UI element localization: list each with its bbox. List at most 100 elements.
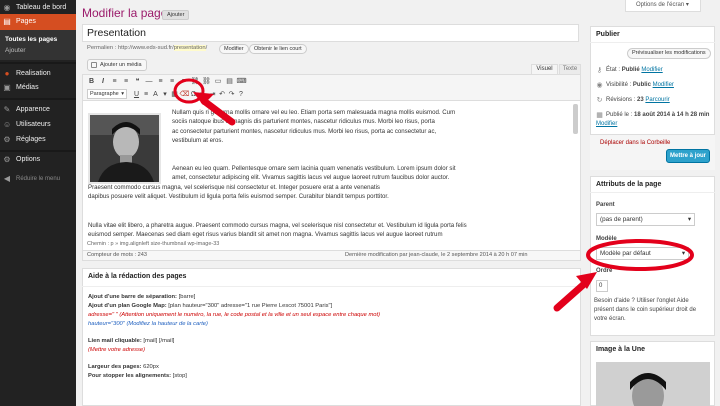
permalink-slug[interactable]: presentation [173, 45, 206, 51]
collapse-icon: ◀ [3, 174, 11, 183]
toolbar-button-9[interactable]: ⛓ [191, 77, 200, 86]
media-icon: ▣ [3, 83, 11, 92]
featured-portrait-illustration [596, 362, 710, 406]
revisions-browse-link[interactable]: Parcourir [645, 97, 669, 103]
toolbar-button-7[interactable]: ≡ [168, 77, 177, 86]
move-to-trash-link[interactable]: Déplacer dans la Corbeille [600, 140, 670, 146]
visibility-line: Visibilité : Public Modifier [606, 82, 674, 88]
menu-item-appearance[interactable]: ✎ Apparence [0, 102, 76, 118]
toolbar-button-0[interactable]: B [87, 77, 96, 86]
portrait-image[interactable] [88, 113, 161, 184]
status-line: État : Publié Modifier [606, 67, 663, 73]
toolbar-button-row2-5[interactable]: ⌫ [180, 90, 190, 99]
order-input[interactable]: 0 [596, 280, 608, 292]
toolbar-button-row2-1[interactable]: ≡ [142, 90, 151, 99]
toolbar-button-row2-10[interactable]: ↷ [227, 90, 236, 99]
tab-visual[interactable]: Visuel [531, 64, 558, 74]
menu-separator [0, 62, 76, 64]
help-mail-line: Lien mail cliquable: [mail] [/mail] [88, 338, 175, 344]
appearance-icon: ✎ [3, 105, 11, 114]
menu-item-media[interactable]: ▣ Médias [0, 80, 76, 96]
add-media-button[interactable]: Ajouter un média [87, 59, 147, 71]
portrait-illustration [90, 115, 159, 182]
calendar-icon: ▦ [596, 112, 603, 119]
published-line: Publié le : 18 août 2014 à 14 h 28 min [606, 112, 710, 118]
toolbar-button-4[interactable]: ❝ [133, 77, 142, 86]
toolbar-button-row2-11[interactable]: ? [237, 90, 246, 99]
featured-image-title: Image à la Une [596, 346, 646, 353]
collapse-menu-button[interactable]: ◀ Réduire le menu [0, 171, 76, 187]
divider [82, 286, 581, 287]
template-select[interactable]: Modèle par défaut ▾ [596, 247, 689, 260]
admin-menu [0, 0, 76, 406]
revisions-icon: ↻ [596, 97, 603, 104]
help-separator-line: Ajout d'une barre de séparation: [barre] [88, 294, 196, 300]
settings-icon: ⚙ [3, 135, 11, 144]
menu-separator [0, 98, 76, 100]
editor-scrollbar[interactable] [573, 104, 578, 134]
add-new-page-button[interactable]: Ajouter [162, 10, 190, 20]
post-title-input[interactable]: Presentation [82, 24, 579, 42]
toolbar-button-row2-8[interactable]: ⇥ [208, 90, 217, 99]
toolbar-button-row2-2[interactable]: A [151, 90, 160, 99]
eye-icon: ◉ [596, 82, 603, 89]
menu-item-options[interactable]: ⚙ Options [0, 152, 76, 168]
help-stop-line: Pour stopper les alignements: [stop] [88, 373, 187, 379]
help-map-line: Ajout d'un plan Google Map: [plan hauteu… [88, 303, 333, 309]
order-label: Ordre [596, 268, 613, 274]
toolbar-button-5[interactable]: — [145, 77, 154, 86]
chevron-down-icon: ▾ [681, 250, 685, 257]
menu-item-pages[interactable]: ▤ Pages [0, 14, 76, 30]
toolbar-button-10[interactable]: ⛓ [202, 77, 211, 86]
toolbar-button-row2-0[interactable]: U [132, 90, 141, 99]
submenu-add-page[interactable]: Ajouter [5, 47, 26, 54]
toolbar-button-row2-6[interactable]: Ω [189, 90, 198, 99]
preview-changes-button[interactable]: Prévisualiser les modifications [627, 48, 711, 59]
media-icon [91, 62, 97, 68]
published-edit-link[interactable]: Modifier [596, 121, 617, 127]
options-icon: ⚙ [3, 155, 11, 164]
pages-submenu [0, 30, 76, 60]
toolbar-button-11[interactable]: ▭ [214, 77, 223, 86]
toolbar-button-row2-7[interactable]: ⇤ [199, 90, 208, 99]
publish-title: Publier [596, 31, 620, 38]
key-icon: ⚷ [596, 67, 603, 74]
word-count: Compteur de mots : 243 [87, 252, 148, 258]
toolbar-button-row2-3[interactable]: ▾ [161, 90, 170, 99]
format-select[interactable]: Paragraphe ▾ [87, 89, 127, 99]
update-button[interactable]: Mettre à jour [666, 149, 710, 163]
shortlink-button[interactable]: Obtenir le lien court [249, 44, 307, 54]
status-edit-link[interactable]: Modifier [641, 67, 662, 73]
toolbar-button-6[interactable]: ≡ [156, 77, 165, 86]
divider [590, 42, 715, 43]
toolbar-button-13[interactable]: ⌨ [237, 77, 247, 86]
editor-path: Chemin : p » img.alignleft size-thumbnai… [87, 241, 220, 247]
toolbar-button-8[interactable]: ≡ [179, 77, 188, 86]
help-metabox [82, 268, 581, 406]
visibility-edit-link[interactable]: Modifier [653, 82, 674, 88]
toolbar-button-2[interactable]: ≡ [110, 77, 119, 86]
help-map-note-height: hauteur="300" (Modifiez la hauteur de la… [88, 321, 208, 327]
help-map-note-address: adresse=" " (Attention uniquement le num… [88, 312, 381, 318]
tab-text[interactable]: Texte [559, 64, 581, 74]
toolbar-button-row2-4[interactable]: ▦ [170, 90, 179, 99]
permalink-modify-button[interactable]: Modifier [219, 44, 249, 54]
menu-item-users[interactable]: ☺ Utilisateurs [0, 117, 76, 133]
submenu-all-pages[interactable]: Toutes les pages [5, 36, 57, 43]
parent-select[interactable]: (pas de parent) ▾ [596, 213, 695, 226]
chevron-down-icon: ▾ [121, 91, 124, 97]
featured-image[interactable] [596, 362, 710, 406]
screen-options-button[interactable]: Options de l'écran ▾ [625, 0, 701, 12]
editor-content[interactable]: Nullam quis ri get urna mollis ornare ve… [88, 108, 572, 241]
toolbar-button-row2-9[interactable]: ↶ [218, 90, 227, 99]
toolbar-button-12[interactable]: ▤ [225, 77, 234, 86]
realisation-icon: ● [4, 69, 10, 78]
model-label: Modèle [596, 236, 617, 242]
toolbar-button-1[interactable]: I [99, 77, 108, 86]
attributes-help-line: présent dans le coin supérieur droit de [594, 307, 697, 313]
menu-item-settings[interactable]: ⚙ Réglages [0, 132, 76, 148]
attributes-help-line: votre écran. [594, 316, 626, 322]
toolbar-button-3[interactable]: ≡ [122, 77, 131, 86]
dashboard-icon: ◉ [3, 3, 11, 12]
last-modified: Dernière modification par jean-claude, l… [345, 252, 528, 258]
